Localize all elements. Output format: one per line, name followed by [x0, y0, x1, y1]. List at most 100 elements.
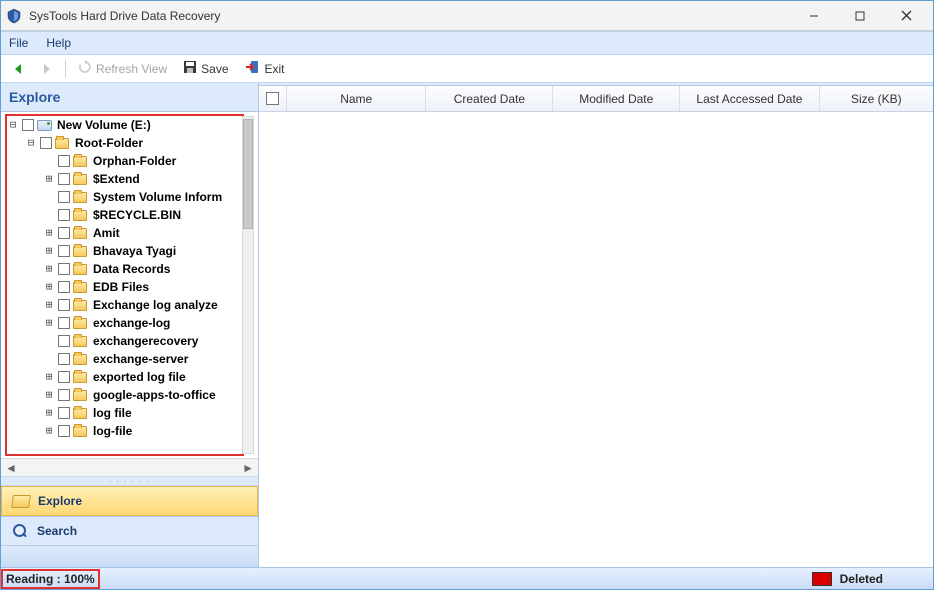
horizontal-scrollbar[interactable]: ◄►	[1, 458, 258, 476]
nav-back-button[interactable]	[7, 61, 31, 77]
folder-icon	[73, 388, 89, 402]
tree-node[interactable]: ⊞ exported log file	[7, 368, 254, 386]
tree-node[interactable]: Orphan-Folder	[7, 152, 254, 170]
expand-toggle[interactable]: ⊞	[43, 170, 55, 188]
node-checkbox[interactable]	[22, 119, 34, 131]
node-label: $Extend	[93, 170, 140, 188]
expand-toggle[interactable]: ⊞	[43, 278, 55, 296]
node-label: EDB Files	[93, 278, 149, 296]
save-button[interactable]: Save	[177, 58, 234, 79]
menu-file[interactable]: File	[9, 36, 28, 50]
node-checkbox[interactable]	[40, 137, 52, 149]
node-checkbox[interactable]	[58, 317, 70, 329]
tree-node[interactable]: ⊟Root-Folder	[7, 134, 254, 152]
legend-deleted-swatch	[812, 572, 832, 586]
node-checkbox[interactable]	[58, 209, 70, 221]
expand-toggle[interactable]: ⊞	[43, 224, 55, 242]
expand-toggle[interactable]: ⊞	[43, 242, 55, 260]
node-checkbox[interactable]	[58, 371, 70, 383]
tree-node[interactable]: ⊞Amit	[7, 224, 254, 242]
node-checkbox[interactable]	[58, 389, 70, 401]
tree-node[interactable]: $RECYCLE.BIN	[7, 206, 254, 224]
node-label: exported log file	[93, 368, 186, 386]
resize-grip[interactable]: · · · · · ·	[1, 476, 258, 486]
expand-toggle[interactable]: ⊞	[43, 314, 55, 332]
folder-icon	[73, 208, 89, 222]
search-tab-icon	[11, 523, 29, 539]
tree-node[interactable]: ⊞Data Records	[7, 260, 254, 278]
exit-label: Exit	[265, 62, 285, 76]
folder-icon	[73, 424, 89, 438]
node-checkbox[interactable]	[58, 335, 70, 347]
refresh-button[interactable]: Refresh View	[72, 58, 173, 79]
node-checkbox[interactable]	[58, 263, 70, 275]
tree-node[interactable]: ⊞ $Extend	[7, 170, 254, 188]
drive-icon	[37, 118, 53, 132]
node-checkbox[interactable]	[58, 245, 70, 257]
sidebar: Explore ⊟ New Volume (E:)⊟Root-FolderOrph…	[1, 83, 259, 567]
tree-node[interactable]: ⊞ google-apps-to-office	[7, 386, 254, 404]
node-checkbox[interactable]	[58, 299, 70, 311]
node-checkbox[interactable]	[58, 407, 70, 419]
node-checkbox[interactable]	[58, 227, 70, 239]
column-size[interactable]: Size (KB)	[820, 86, 933, 111]
status-reading: Reading : 100%	[1, 569, 100, 589]
tree-node[interactable]: ⊞ log-file	[7, 422, 254, 440]
expand-toggle[interactable]: ⊞	[43, 296, 55, 314]
tab-explore[interactable]: Explore	[1, 486, 258, 516]
folder-icon	[73, 172, 89, 186]
node-label: Bhavaya Tyagi	[93, 242, 176, 260]
explore-tab-icon	[12, 493, 30, 509]
maximize-button[interactable]	[837, 1, 883, 31]
column-last-accessed[interactable]: Last Accessed Date	[680, 86, 819, 111]
expand-toggle[interactable]: ⊞	[43, 386, 55, 404]
select-all-checkbox[interactable]	[259, 86, 287, 111]
node-checkbox[interactable]	[58, 425, 70, 437]
expand-toggle[interactable]: ⊟	[7, 116, 19, 134]
node-checkbox[interactable]	[58, 353, 70, 365]
expand-toggle[interactable]: ⊟	[25, 134, 37, 152]
exit-icon	[245, 60, 261, 77]
node-checkbox[interactable]	[58, 155, 70, 167]
folder-icon	[73, 154, 89, 168]
exit-button[interactable]: Exit	[239, 58, 291, 79]
node-label: System Volume Inform	[93, 188, 222, 206]
tree-node[interactable]: exchange-server	[7, 350, 254, 368]
folder-icon	[73, 316, 89, 330]
tree-node[interactable]: ⊞log file	[7, 404, 254, 422]
tree-node[interactable]: ⊞ EDB Files	[7, 278, 254, 296]
column-created-date[interactable]: Created Date	[426, 86, 553, 111]
column-modified-date[interactable]: Modified Date	[553, 86, 680, 111]
expand-toggle[interactable]: ⊞	[43, 422, 55, 440]
node-label: google-apps-to-office	[93, 386, 216, 404]
node-checkbox[interactable]	[58, 173, 70, 185]
tree-node[interactable]: System Volume Inform	[7, 188, 254, 206]
menu-help[interactable]: Help	[46, 36, 71, 50]
expand-toggle[interactable]: ⊞	[43, 260, 55, 278]
tree-node[interactable]: ⊟ New Volume (E:)	[7, 116, 254, 134]
column-name[interactable]: Name	[287, 86, 426, 111]
toolbar: Refresh View Save Exit	[1, 55, 933, 83]
scroll-thumb[interactable]	[243, 119, 253, 229]
search-tab-label: Search	[37, 524, 77, 538]
node-checkbox[interactable]	[58, 281, 70, 293]
tree-node[interactable]: ⊞ exchange-log	[7, 314, 254, 332]
tab-search[interactable]: Search	[1, 516, 258, 545]
node-label: log-file	[93, 422, 132, 440]
minimize-button[interactable]	[791, 1, 837, 31]
close-button[interactable]	[883, 1, 929, 31]
folder-icon	[73, 262, 89, 276]
vertical-scrollbar[interactable]	[242, 116, 254, 454]
tree-node[interactable]: exchangerecovery	[7, 332, 254, 350]
column-headers: Name Created Date Modified Date Last Acc…	[259, 86, 933, 112]
tree-node[interactable]: ⊞Exchange log analyze	[7, 296, 254, 314]
folder-tree[interactable]: ⊟ New Volume (E:)⊟Root-FolderOrphan-Folde…	[7, 116, 254, 458]
node-label: exchange-log	[93, 314, 170, 332]
node-label: New Volume (E:)	[57, 116, 151, 134]
nav-forward-button[interactable]	[35, 61, 59, 77]
expand-toggle[interactable]: ⊞	[43, 368, 55, 386]
expand-toggle[interactable]: ⊞	[43, 404, 55, 422]
save-icon	[183, 60, 197, 77]
tree-node[interactable]: ⊞ Bhavaya Tyagi	[7, 242, 254, 260]
node-checkbox[interactable]	[58, 191, 70, 203]
